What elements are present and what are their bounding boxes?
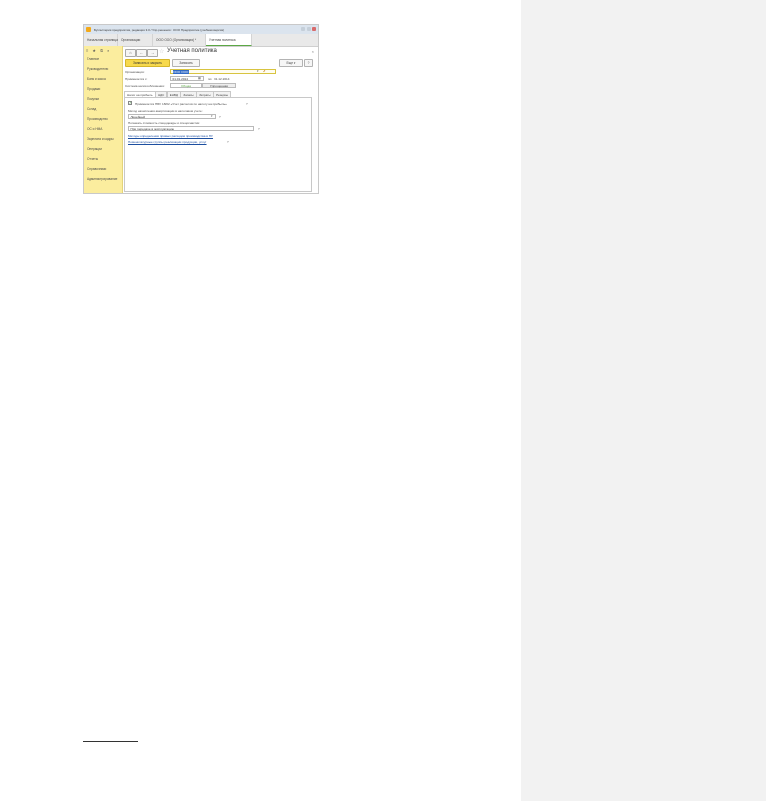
date-to-label: по: [208,77,213,81]
depreciation-dropdown-icon[interactable]: ▾ [211,114,213,119]
sidebar-item-production[interactable]: Производство [87,117,108,121]
form-area: ⌂ ← → ☆ Учетная политика × Записать и за… [122,46,318,193]
sidebar-toolbar: ≡ ★ ⏲ ⌕ [86,48,109,53]
sidebar: ≡ ★ ⏲ ⌕ Главное Руководителю Банк и касс… [84,46,123,193]
more-label: Еще [286,61,294,65]
forward-button[interactable]: → [147,49,158,57]
tab-organizations[interactable]: Организации [118,34,153,46]
depreciation-field[interactable]: Линейный [128,114,216,119]
form-title: Учетная политика [167,48,217,55]
pbu18-checkbox[interactable]: ✓ [128,101,132,105]
overalls-help-icon[interactable]: ? [258,127,260,131]
window-title: Бухгалтерия предприятия, редакция 3.0 / … [94,27,225,32]
organization-field[interactable]: ООО ООО [170,69,276,74]
tax-system-general[interactable]: Общая [170,83,202,88]
profit-tax-panel: ✓ Применяется ПБУ 18/02 «Учет расчетов п… [124,97,312,192]
tab-home[interactable]: Начальная страница [84,34,118,46]
direct-costs-link[interactable]: Методы определения прямых расходов произ… [128,134,213,138]
sidebar-item-fixed-assets[interactable]: ОС и НМА [87,127,102,131]
open-link-icon[interactable]: ⬈ [263,69,266,74]
minimize-icon[interactable] [301,26,306,31]
maximize-icon[interactable] [306,26,311,31]
sidebar-item-manager[interactable]: Руководителю [87,67,108,71]
depreciation-help-icon[interactable]: ? [219,115,221,119]
tax-system-simplified[interactable]: Упрощенная [202,83,236,88]
app-screenshot: Бухгалтерия предприятия, редакция 3.0 / … [83,24,319,194]
app-logo-icon [86,27,91,32]
save-button[interactable]: Записать [172,59,200,67]
close-form-icon[interactable]: × [312,49,314,54]
sidebar-item-admin[interactable]: Администрирование [87,177,117,181]
footnote-divider [83,741,138,742]
tax-system-label: Система налогообложения: [125,84,165,88]
dropdown-arrow-icon[interactable]: ▾ [257,69,259,74]
sidebar-item-main[interactable]: Главное [87,57,99,61]
sidebar-item-warehouse[interactable]: Склад [87,107,96,111]
applies-from-label: Применяется с: [125,77,148,81]
organization-value: ООО ООО [172,70,189,74]
tab-organization-card[interactable]: ООО ООО (Организация) * [153,34,206,46]
history-icon[interactable]: ⏲ [100,48,103,53]
favorites-icon[interactable]: ★ [92,48,96,53]
window-titlebar: Бухгалтерия предприятия, редакция 3.0 / … [84,25,318,34]
pbu18-label: Применяется ПБУ 18/02 «Учет расчетов по … [135,101,227,106]
window-controls [301,26,316,31]
back-button[interactable]: ← [136,49,147,57]
sidebar-item-reports[interactable]: Отчеты [87,157,98,161]
overalls-label: Погашать стоимость спецодежды и спецосна… [128,121,201,125]
calendar-icon[interactable]: ▦ [198,76,201,81]
sidebar-item-payroll[interactable]: Зарплата и кадры [87,137,114,141]
help-button[interactable]: ? [304,59,313,67]
pbu18-help-icon[interactable]: ? [246,102,248,106]
tab-accounting-policy[interactable]: Учетная политика [206,34,252,46]
sidebar-item-purchases[interactable]: Покупки [87,97,99,101]
product-groups-link[interactable]: Номенклатурные группы реализации продукц… [128,140,207,144]
depreciation-label: Метод начисления амортизации в налоговом… [128,109,203,113]
overalls-field[interactable]: При передаче в эксплуатацию [128,126,254,131]
sidebar-item-catalogs[interactable]: Справочники [87,167,106,171]
search-icon[interactable]: ⌕ [107,48,109,53]
sidebar-item-bank[interactable]: Банк и касса [87,77,106,81]
home-button[interactable]: ⌂ [125,49,136,57]
sidebar-item-sales[interactable]: Продажи [87,87,100,91]
menu-icon[interactable]: ≡ [86,48,88,53]
sidebar-item-operations[interactable]: Операции [87,147,102,151]
product-groups-help-icon[interactable]: ? [227,140,229,144]
favorite-star-icon[interactable]: ☆ [159,48,164,56]
close-window-icon[interactable] [312,26,316,31]
more-button[interactable]: Еще ▾ [279,59,303,67]
organization-label: Организация: [125,70,145,74]
save-close-button[interactable]: Записать и закрыть [125,59,170,67]
page-margin-panel [521,0,766,801]
date-to-value: 31.12.2014 [214,77,230,81]
